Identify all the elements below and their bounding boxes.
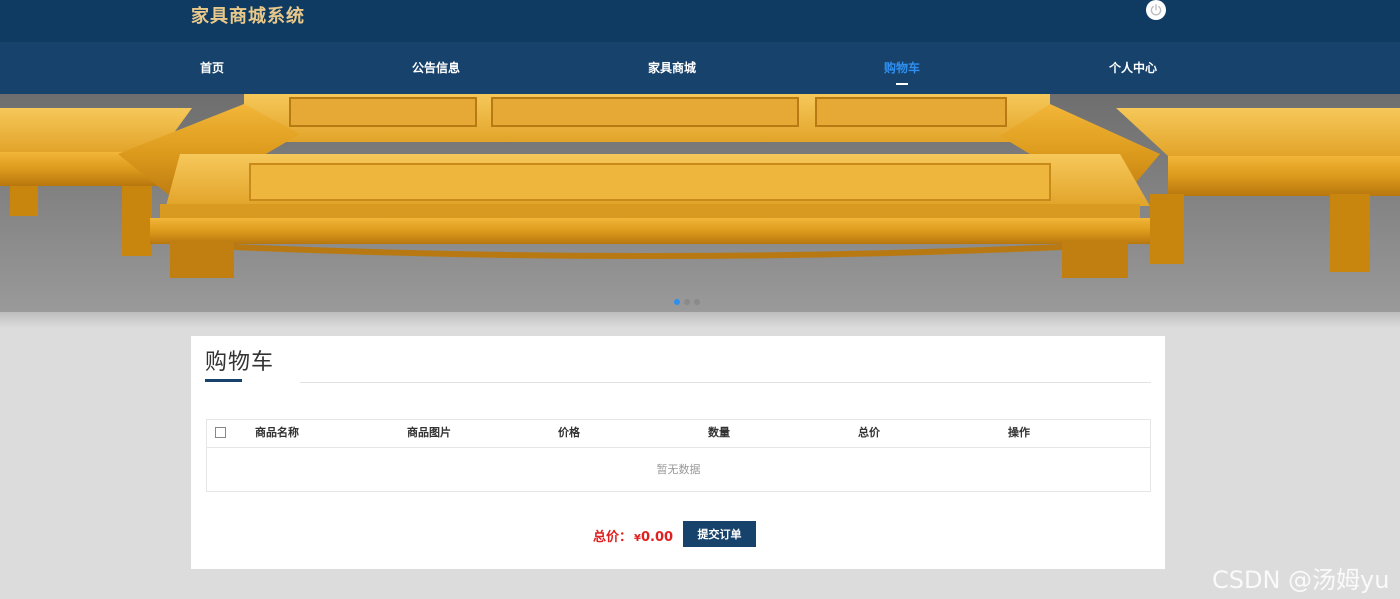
column-header-total: 总价 xyxy=(858,426,880,439)
top-header: 家具商城系统 xyxy=(0,0,1400,42)
carousel-dots xyxy=(674,299,700,305)
carousel-dot[interactable] xyxy=(684,299,690,305)
total-label: 总价： xyxy=(593,530,633,545)
currency-symbol: ¥ xyxy=(634,533,641,544)
nav-item-furniture-mall[interactable]: 家具商城 xyxy=(648,42,696,94)
power-icon xyxy=(1150,4,1162,16)
nav-item-notices[interactable]: 公告信息 xyxy=(412,42,460,94)
main-nav: 首页 公告信息 家具商城 购物车 个人中心 xyxy=(0,42,1400,94)
nav-item-profile[interactable]: 个人中心 xyxy=(1109,42,1157,94)
cart-panel: 购物车 商品名称 商品图片 价格 数量 总价 操作 暂无数据 总价： ¥0.00 … xyxy=(191,336,1165,569)
total-value: 0.00 xyxy=(640,530,674,545)
banner-image xyxy=(0,94,1400,313)
carousel-dot[interactable] xyxy=(694,299,700,305)
carousel-dot[interactable] xyxy=(674,299,680,305)
column-header-price: 价格 xyxy=(558,426,580,439)
title-accent-bar xyxy=(205,379,242,382)
column-header-quantity: 数量 xyxy=(708,426,730,439)
page-title: 购物车 xyxy=(205,350,275,375)
banner-carousel[interactable] xyxy=(0,94,1400,313)
column-header-name: 商品名称 xyxy=(255,426,299,439)
cart-table: 商品名称 商品图片 价格 数量 总价 操作 暂无数据 xyxy=(206,419,1151,492)
submit-order-button[interactable]: 提交订单 xyxy=(683,521,756,547)
table-header: 商品名称 商品图片 价格 数量 总价 操作 xyxy=(207,420,1150,448)
nav-item-home[interactable]: 首页 xyxy=(200,42,224,94)
column-header-actions: 操作 xyxy=(1008,426,1030,439)
nav-item-cart-label: 购物车 xyxy=(883,61,921,75)
watermark: CSDN @汤姆yu xyxy=(1212,566,1390,594)
title-divider xyxy=(300,382,1151,383)
active-indicator xyxy=(895,83,908,85)
empty-state: 暂无数据 xyxy=(656,463,701,476)
logout-button[interactable] xyxy=(1146,0,1166,20)
order-total: 总价： ¥0.00 xyxy=(593,526,673,545)
select-all-checkbox[interactable] xyxy=(215,427,226,438)
site-title: 家具商城系统 xyxy=(191,6,305,27)
column-header-image: 商品图片 xyxy=(407,426,451,439)
nav-item-cart[interactable]: 购物车 xyxy=(884,42,920,94)
banner-shadow xyxy=(0,312,1400,328)
